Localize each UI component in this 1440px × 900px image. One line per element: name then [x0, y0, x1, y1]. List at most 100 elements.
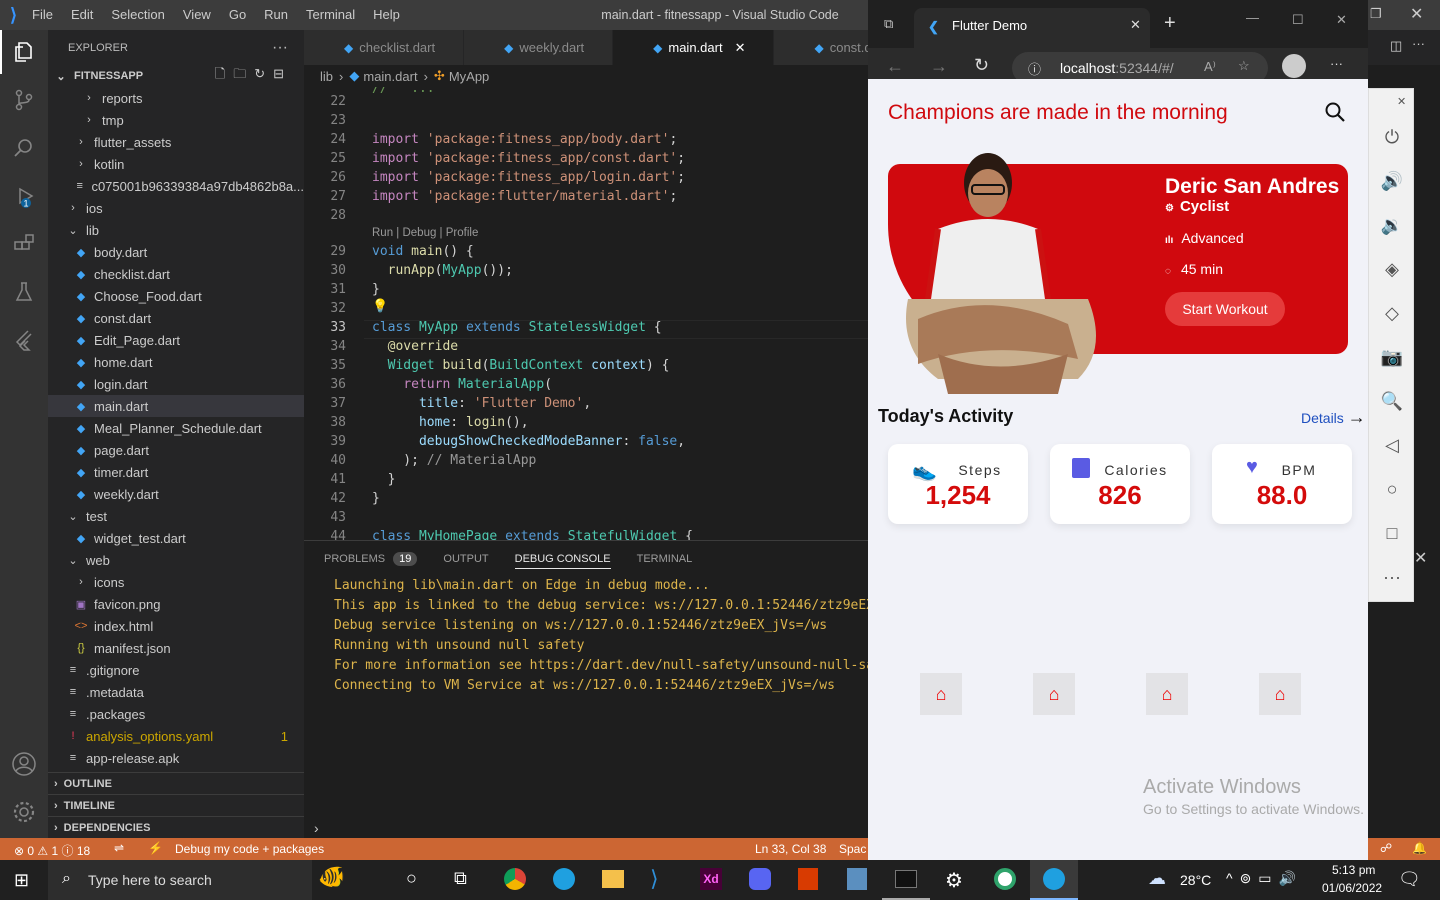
edge-active-taskbar-item[interactable] [1030, 860, 1078, 900]
menu-terminal[interactable]: Terminal [297, 0, 364, 30]
file-item[interactable]: ◆ Choose_Food.dart [48, 285, 304, 307]
code-editor[interactable]: 22 23 24 25 26 27 28 29 30 31 32 33 34 35 36 37 38 39 40 41… [304, 87, 868, 540]
edge-icon[interactable] [553, 868, 575, 890]
run-debug-icon[interactable]: 1 [0, 174, 48, 218]
refresh-icon[interactable]: ↻ [974, 55, 989, 76]
folder-item[interactable]: ⌄ lib [48, 219, 304, 241]
folder-item[interactable]: › icons [48, 571, 304, 593]
rotate-right-icon[interactable]: ◇ [1369, 291, 1415, 335]
new-tab-icon[interactable]: + [1164, 12, 1176, 35]
camera-icon[interactable]: 📷 [1369, 335, 1415, 379]
discord-icon[interactable] [749, 868, 771, 890]
editor-tab[interactable]: ◆ main.dart ✕ [613, 30, 775, 65]
menu-file[interactable]: File [23, 0, 62, 30]
home-button-3[interactable]: ⌂ [1146, 673, 1188, 715]
tab-output[interactable]: OUTPUT [443, 541, 488, 577]
breadcrumb-file[interactable]: main.dart [363, 69, 417, 84]
forward-icon[interactable]: → [930, 56, 948, 77]
flutter-icon[interactable] [0, 318, 48, 362]
chrome-icon[interactable] [504, 868, 526, 890]
system-tray-icons[interactable]: ^⊚▭🔊 [1226, 870, 1303, 887]
app-search-icon[interactable] [1324, 101, 1346, 123]
file-item[interactable]: ≡ c075001b96339384a97db4862b8a... [48, 175, 304, 197]
rotate-left-icon[interactable]: ◈ [1369, 247, 1415, 291]
extensions-icon[interactable] [0, 222, 48, 266]
settings-taskbar-icon[interactable]: ⚙ [945, 868, 963, 893]
editor-tab[interactable]: ◆ checklist.dart [304, 30, 465, 65]
vscode-taskbar-icon[interactable]: ⟩ [650, 866, 659, 892]
file-item[interactable]: ◆ page.dart [48, 439, 304, 461]
folder-item[interactable]: › kotlin [48, 153, 304, 175]
folder-item[interactable]: › tmp [48, 109, 304, 131]
explorer-actions[interactable]: 🗋🗀↻⊟ [215, 65, 292, 87]
menu-view[interactable]: View [174, 0, 220, 30]
terminal-taskbar-item[interactable] [882, 860, 930, 900]
home-button-4[interactable]: ⌂ [1259, 673, 1301, 715]
settings-gear-icon[interactable] [0, 790, 48, 834]
clock-date[interactable]: 01/06/2022 [1322, 881, 1382, 895]
file-item[interactable]: ◆ home.dart [48, 351, 304, 373]
details-link[interactable]: Details → [1301, 407, 1366, 428]
file-item[interactable]: ◆ login.dart [48, 373, 304, 395]
breadcrumb-symbol[interactable]: MyApp [449, 69, 489, 84]
calories-card[interactable]: Calories 826 [1050, 444, 1190, 524]
search-icon[interactable] [0, 126, 48, 170]
dependencies-section[interactable]: › DEPENDENCIES [48, 816, 304, 838]
power-icon[interactable]: ⏻ [1369, 115, 1415, 159]
bpm-card[interactable]: ♥ BPM 88.0 [1212, 444, 1352, 524]
folder-item[interactable]: ⌄ web [48, 549, 304, 571]
remote-icon[interactable]: ⇌ [114, 841, 124, 855]
project-root[interactable]: ⌄ FITNESSAPP 🗋🗀↻⊟ [48, 65, 304, 87]
android-studio-icon[interactable] [994, 868, 1016, 890]
file-item[interactable]: ≡ app-release.apk [48, 747, 304, 769]
back-nav-icon[interactable]: ◁ [1369, 423, 1415, 467]
file-item[interactable]: ◆ checklist.dart [48, 263, 304, 285]
menu-edit[interactable]: Edit [62, 0, 102, 30]
folder-item[interactable]: › ios [48, 197, 304, 219]
browser-close-icon[interactable]: ✕ [1336, 12, 1347, 28]
close-tab-icon[interactable]: ✕ [1130, 17, 1141, 33]
menu-selection[interactable]: Selection [102, 0, 173, 30]
testing-icon[interactable] [0, 270, 48, 314]
volume-down-icon[interactable]: 🔉 [1369, 203, 1415, 247]
file-item[interactable]: ◆ Edit_Page.dart [48, 329, 304, 351]
emulator-close-icon[interactable]: ✕ [1397, 95, 1406, 108]
outline-section[interactable]: › OUTLINE [48, 772, 304, 794]
more-actions-icon[interactable]: ··· [272, 39, 288, 57]
file-explorer-icon[interactable] [602, 870, 624, 888]
notifications-icon[interactable]: 🔔 [1412, 841, 1427, 855]
favorites-icon[interactable]: ☆ [1238, 58, 1250, 74]
profile-avatar[interactable] [1282, 54, 1306, 78]
home-button-1[interactable]: ⌂ [920, 673, 962, 715]
emulator-more-icon[interactable]: ··· [1369, 555, 1415, 599]
lightbulb-icon[interactable]: 💡 [372, 299, 388, 314]
folder-item[interactable]: › reports [48, 87, 304, 109]
indent-status[interactable]: Spac [839, 842, 866, 856]
back-icon[interactable]: ← [886, 56, 904, 77]
minimize-icon[interactable]: — [1246, 10, 1259, 25]
tab-terminal[interactable]: TERMINAL [637, 541, 693, 577]
browser-tab[interactable]: ❮ Flutter Demo ✕ [914, 8, 1150, 48]
file-item[interactable]: ≡ .metadata [48, 681, 304, 703]
volume-up-icon[interactable]: 🔊 [1369, 159, 1415, 203]
notification-center-icon[interactable]: 🗨 [1398, 869, 1421, 890]
editor-tab[interactable]: ◆ weekly.dart [464, 30, 614, 65]
file-item[interactable]: {} manifest.json [48, 637, 304, 659]
file-item[interactable]: ◆ widget_test.dart [48, 527, 304, 549]
cursor-position[interactable]: Ln 33, Col 38 [755, 842, 826, 856]
home-nav-icon[interactable]: ○ [1369, 467, 1415, 511]
file-item[interactable]: ◆ weekly.dart [48, 483, 304, 505]
windows-start-icon[interactable]: ⊞ [14, 870, 29, 891]
menu-help[interactable]: Help [364, 0, 409, 30]
split-editor-icon[interactable]: ◫ [1390, 38, 1402, 54]
file-item[interactable]: ◆ body.dart [48, 241, 304, 263]
cortana-icon[interactable]: ○ [406, 868, 417, 889]
site-info-icon[interactable]: ⓘ [1028, 59, 1041, 78]
zoom-icon[interactable]: 🔍 [1369, 379, 1415, 423]
file-item[interactable]: <> index.html [48, 615, 304, 637]
close-tab-icon[interactable]: ✕ [735, 40, 746, 56]
tab-debug-console[interactable]: DEBUG CONSOLE [514, 549, 611, 569]
home-button-2[interactable]: ⌂ [1033, 673, 1075, 715]
menu-run[interactable]: Run [255, 0, 297, 30]
explorer-icon[interactable] [0, 30, 48, 74]
